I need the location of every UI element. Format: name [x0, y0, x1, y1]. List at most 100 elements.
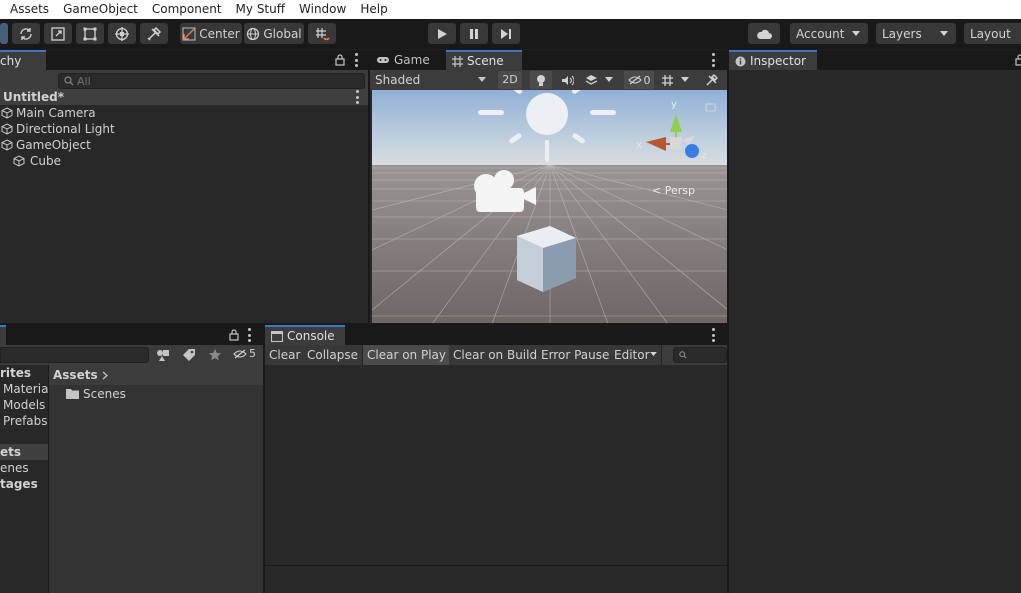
console-error-pause-button[interactable]: Error Pause	[537, 345, 615, 365]
perspective-label[interactable]: < Persp	[652, 184, 695, 197]
console-clear-on-build-button[interactable]: Clear on Build	[449, 345, 543, 365]
console-tab-label: Console	[287, 329, 335, 343]
pause-icon	[470, 28, 478, 39]
effects-icon	[585, 75, 598, 85]
console-search-input[interactable]	[673, 347, 727, 363]
hierarchy-search-input[interactable]: All	[58, 73, 365, 89]
menu-my-stuff[interactable]: My Stuff	[229, 0, 292, 19]
menu-assets[interactable]: Assets	[0, 0, 56, 19]
scene-menu-icon[interactable]	[354, 90, 360, 104]
visibility-icon	[233, 349, 247, 358]
pause-button[interactable]	[460, 23, 488, 44]
pivot-global-button[interactable]: Global	[244, 23, 304, 44]
tab-console[interactable]: Console	[265, 325, 345, 345]
console-editor-dropdown[interactable]: Editor	[610, 345, 662, 365]
hierarchy-tabbar: chy	[0, 50, 368, 70]
scene-tabbar: Game Scene	[370, 50, 727, 70]
hidden-packages-toggle[interactable]: 5	[233, 347, 256, 360]
rect-tool-icon	[83, 27, 97, 40]
lock-icon[interactable]	[229, 328, 239, 341]
favorites-header[interactable]: rites	[0, 365, 48, 381]
folder-label: Scenes	[83, 387, 126, 401]
console-clear-button[interactable]: Clear	[265, 345, 306, 365]
panel-splitter[interactable]	[727, 50, 729, 593]
view-tool-button[interactable]	[0, 23, 8, 44]
menu-help[interactable]: Help	[353, 0, 394, 19]
tab-game[interactable]: Game	[370, 50, 444, 70]
custom-tool-button[interactable]	[140, 23, 168, 44]
snap-button[interactable]	[308, 23, 336, 44]
favorites-item[interactable]: Models	[0, 397, 48, 413]
global-label: Global	[263, 26, 302, 41]
scene-viewport[interactable]: y x z < Persp	[372, 90, 727, 323]
menu-component[interactable]: Component	[145, 0, 229, 19]
rect-tool-button[interactable]	[76, 23, 104, 44]
effects-dropdown[interactable]	[582, 71, 616, 89]
project-menu-icon[interactable]	[246, 328, 252, 342]
visibility-toggle[interactable]: 0	[624, 71, 654, 89]
project-tree: rites Materia Models Prefabs ets enes ta…	[0, 365, 48, 593]
layout-dropdown[interactable]: Layout	[964, 23, 1021, 44]
tab-hierarchy[interactable]: chy	[0, 50, 46, 70]
favorites-item[interactable]: Prefabs	[0, 413, 48, 429]
tab-inspector[interactable]: Inspector	[729, 50, 817, 70]
favorite-icon[interactable]	[208, 348, 222, 362]
hierarchy-menu-icon[interactable]	[353, 53, 359, 67]
tab-game-label: Game	[394, 53, 430, 67]
panel-splitter[interactable]	[368, 50, 370, 325]
menu-window[interactable]: Window	[292, 0, 353, 19]
panel-splitter[interactable]	[0, 323, 727, 325]
layers-dropdown[interactable]: Layers	[876, 23, 956, 44]
hierarchy-item-main-camera[interactable]: Main Camera	[0, 105, 368, 121]
tab-scene[interactable]: Scene	[446, 50, 522, 70]
audio-toggle[interactable]	[556, 71, 578, 89]
filter-by-label-icon[interactable]	[182, 348, 196, 362]
folder-item[interactable]: Scenes	[49, 386, 263, 402]
grid-dropdown[interactable]	[658, 71, 692, 89]
play-icon	[438, 28, 447, 39]
console-detail-area[interactable]	[265, 566, 727, 593]
hierarchy-item-label: Directional Light	[16, 122, 115, 136]
project-search-input[interactable]	[0, 347, 149, 363]
menu-gameobject[interactable]: GameObject	[56, 0, 145, 19]
gamepad-icon	[377, 57, 389, 63]
console-editor-label: Editor	[614, 348, 650, 362]
scale-tool-button[interactable]	[44, 23, 72, 44]
cloud-button[interactable]	[748, 23, 780, 44]
pivot-center-button[interactable]: Center	[180, 23, 242, 44]
rotate-tool-button[interactable]	[12, 23, 40, 44]
step-button[interactable]	[492, 23, 520, 44]
lighting-toggle[interactable]	[530, 71, 552, 89]
search-icon	[679, 351, 687, 359]
tree-item-packages[interactable]: tages	[0, 476, 48, 492]
tab-project[interactable]	[0, 325, 6, 345]
lock-icon[interactable]	[1015, 53, 1021, 66]
tree-item-scenes[interactable]: enes	[0, 460, 48, 476]
shading-mode-dropdown[interactable]: Shaded	[372, 71, 491, 89]
hidden-packages-count: 5	[249, 347, 256, 360]
console-log-list[interactable]	[265, 365, 727, 565]
hierarchy-item-cube[interactable]: Cube	[0, 153, 368, 169]
scene-menu-icon[interactable]	[710, 53, 716, 67]
layers-label: Layers	[882, 26, 922, 41]
favorites-item[interactable]: Materia	[0, 381, 48, 397]
folder-icon	[66, 389, 79, 399]
hierarchy-item-directional-light[interactable]: Directional Light	[0, 121, 368, 137]
transform-tool-button[interactable]	[108, 23, 136, 44]
console-clear-on-play-button[interactable]: Clear on Play	[363, 345, 451, 365]
lock-icon[interactable]	[335, 53, 345, 66]
assets-tree-item[interactable]: ets	[0, 444, 48, 460]
assets-tree-label: ets	[0, 445, 22, 459]
2d-toggle[interactable]: 2D	[498, 71, 522, 89]
console-collapse-button[interactable]: Collapse	[303, 345, 363, 365]
breadcrumb-assets[interactable]: Assets	[53, 368, 98, 382]
filter-by-type-icon[interactable]	[156, 348, 170, 362]
console-tabbar: Console	[265, 325, 727, 345]
hierarchy-item-gameobject[interactable]: GameObject	[0, 137, 368, 153]
scene-tools-button[interactable]	[700, 71, 722, 89]
account-dropdown[interactable]: Account	[790, 23, 868, 44]
console-menu-icon[interactable]	[710, 328, 716, 342]
play-button[interactable]	[428, 23, 456, 44]
panel-splitter[interactable]	[263, 325, 265, 593]
scene-header[interactable]: Untitled*	[0, 89, 368, 105]
